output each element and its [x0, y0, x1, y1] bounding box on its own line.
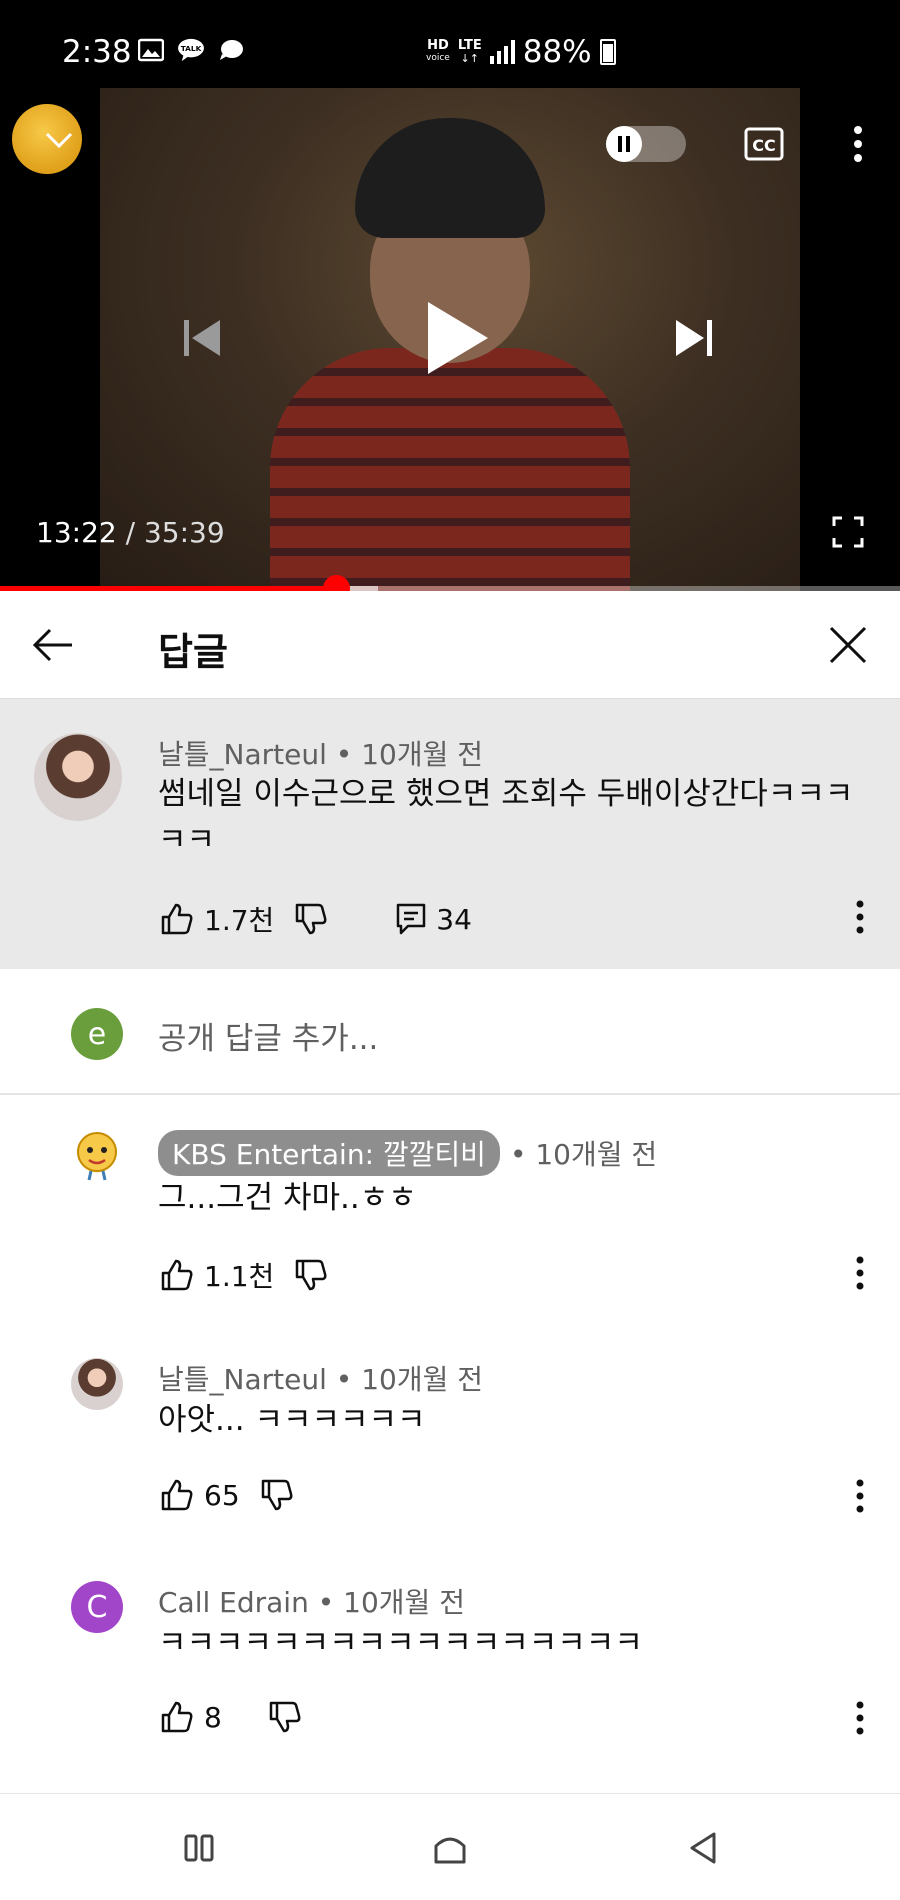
- comment-text: ㅋㅋㅋㅋㅋㅋㅋㅋㅋㅋㅋㅋㅋㅋㅋㅋㅋ: [158, 1625, 643, 1661]
- reply-count: 34: [436, 902, 472, 936]
- skip-previous-icon[interactable]: [180, 316, 224, 360]
- reply-icon[interactable]: [394, 902, 428, 936]
- comment-actions: 65: [160, 1478, 294, 1512]
- dislike-icon[interactable]: [260, 1478, 294, 1512]
- add-reply-row[interactable]: e 공개 답글 추가...: [0, 969, 900, 1095]
- dislike-icon[interactable]: [268, 1700, 302, 1734]
- like-count: 1.7천: [204, 904, 275, 937]
- system-nav-bar: [0, 1793, 900, 1900]
- home-icon[interactable]: [430, 1828, 470, 1868]
- time-separator: /: [116, 516, 144, 549]
- comment-meta: 날틀_Narteul • 10개월 전: [158, 733, 483, 773]
- user-avatar: e: [71, 1008, 123, 1060]
- kakaotalk-icon: TALK: [178, 38, 204, 62]
- lte-indicator: LTE ↓↑: [458, 39, 482, 65]
- comment-text: 아앗... ㅋㅋㅋㅋㅋㅋ: [158, 1402, 426, 1438]
- svg-text:TALK: TALK: [181, 44, 202, 53]
- like-icon[interactable]: [160, 1258, 194, 1292]
- back-icon[interactable]: [684, 1828, 724, 1868]
- status-time: 2:38: [62, 34, 132, 70]
- like-count: 8: [204, 1700, 222, 1734]
- like-icon[interactable]: [160, 1700, 194, 1734]
- status-bar: 2:38 TALK HD voice LTE ↓↑ 88%: [0, 0, 900, 88]
- like-count: 65: [204, 1478, 240, 1512]
- gallery-icon: [138, 38, 164, 62]
- comment-author[interactable]: 날틀_Narteul: [158, 1363, 327, 1396]
- like-count: 1.1천: [204, 1260, 275, 1293]
- avatar[interactable]: [71, 1358, 123, 1410]
- svg-text:CC: CC: [752, 136, 775, 155]
- more-vert-icon[interactable]: [854, 1255, 866, 1291]
- skip-next-icon[interactable]: [672, 316, 716, 360]
- collapse-icon[interactable]: [44, 130, 74, 150]
- duration: 35:39: [143, 516, 225, 549]
- like-icon[interactable]: [160, 1478, 194, 1512]
- more-vert-icon[interactable]: [854, 1478, 866, 1514]
- autoplay-toggle[interactable]: [606, 126, 686, 162]
- comment-time: • 10개월 전: [509, 1138, 658, 1171]
- replies-header: 답글: [0, 591, 900, 699]
- comment-meta: 날틀_Narteul • 10개월 전: [158, 1358, 483, 1398]
- cc-icon[interactable]: CC: [744, 126, 784, 162]
- dislike-icon[interactable]: [294, 902, 328, 936]
- pause-icon: [606, 126, 642, 162]
- avatar[interactable]: C: [71, 1581, 123, 1633]
- comment-text: 썸네일 이수근으로 했으면 조회수 두배이상간다ㅋㅋㅋㅋㅋ: [158, 776, 854, 858]
- page-title: 답글: [158, 630, 228, 674]
- close-icon[interactable]: [828, 625, 868, 665]
- like-icon[interactable]: [160, 902, 194, 936]
- signal-icon: [489, 40, 515, 64]
- comment-text: 그...그건 차마..ㅎㅎ: [158, 1180, 417, 1216]
- video-player[interactable]: CC 13:22 / 35:39: [0, 88, 900, 591]
- more-vert-icon[interactable]: [854, 899, 866, 935]
- hd-label: HD: [427, 38, 449, 53]
- comment-author[interactable]: Call Edrain: [158, 1586, 309, 1619]
- fullscreen-icon[interactable]: [832, 516, 864, 548]
- back-arrow-icon[interactable]: [32, 627, 74, 663]
- comment-meta: KBS Entertain: 깔깔티비 • 10개월 전: [158, 1130, 657, 1176]
- system-status: HD voice LTE ↓↑ 88%: [426, 34, 616, 70]
- recent-apps-icon[interactable]: [180, 1828, 220, 1868]
- data-arrows-icon: ↓↑: [460, 52, 479, 65]
- comment-time: • 10개월 전: [317, 1586, 465, 1619]
- lte-label: LTE: [457, 38, 482, 53]
- time-display: 13:22 / 35:39: [36, 516, 225, 549]
- more-vert-icon[interactable]: [854, 1700, 866, 1736]
- voice-label: voice: [426, 53, 450, 63]
- comment-author[interactable]: 날틀_Narteul: [158, 738, 327, 771]
- more-vert-icon[interactable]: [848, 122, 868, 166]
- comment-actions: 8: [160, 1700, 302, 1734]
- battery-icon: [599, 39, 616, 65]
- comment-actions: 1.1천: [160, 1255, 328, 1295]
- dislike-icon[interactable]: [294, 1258, 328, 1292]
- play-icon[interactable]: [420, 298, 492, 378]
- comment-time: • 10개월 전: [335, 738, 484, 771]
- channel-mascot-icon: [77, 1132, 117, 1181]
- notification-icons: TALK: [138, 38, 244, 62]
- avatar[interactable]: [34, 733, 122, 821]
- avatar[interactable]: [71, 1130, 123, 1182]
- comment-actions: 1.7천 34: [160, 899, 472, 939]
- add-reply-input[interactable]: 공개 답글 추가...: [158, 1013, 378, 1058]
- creator-author-chip[interactable]: KBS Entertain: 깔깔티비: [158, 1130, 500, 1176]
- parent-comment: 날틀_Narteul • 10개월 전 썸네일 이수근으로 했으면 조회수 두배…: [0, 699, 900, 969]
- hd-voice-indicator: HD voice: [426, 39, 450, 65]
- battery-percent: 88%: [522, 34, 592, 70]
- current-time: 13:22: [36, 516, 117, 549]
- comment-time: • 10개월 전: [335, 1363, 484, 1396]
- comment-meta: Call Edrain • 10개월 전: [158, 1581, 465, 1621]
- chat-bubble-icon: [220, 40, 243, 60]
